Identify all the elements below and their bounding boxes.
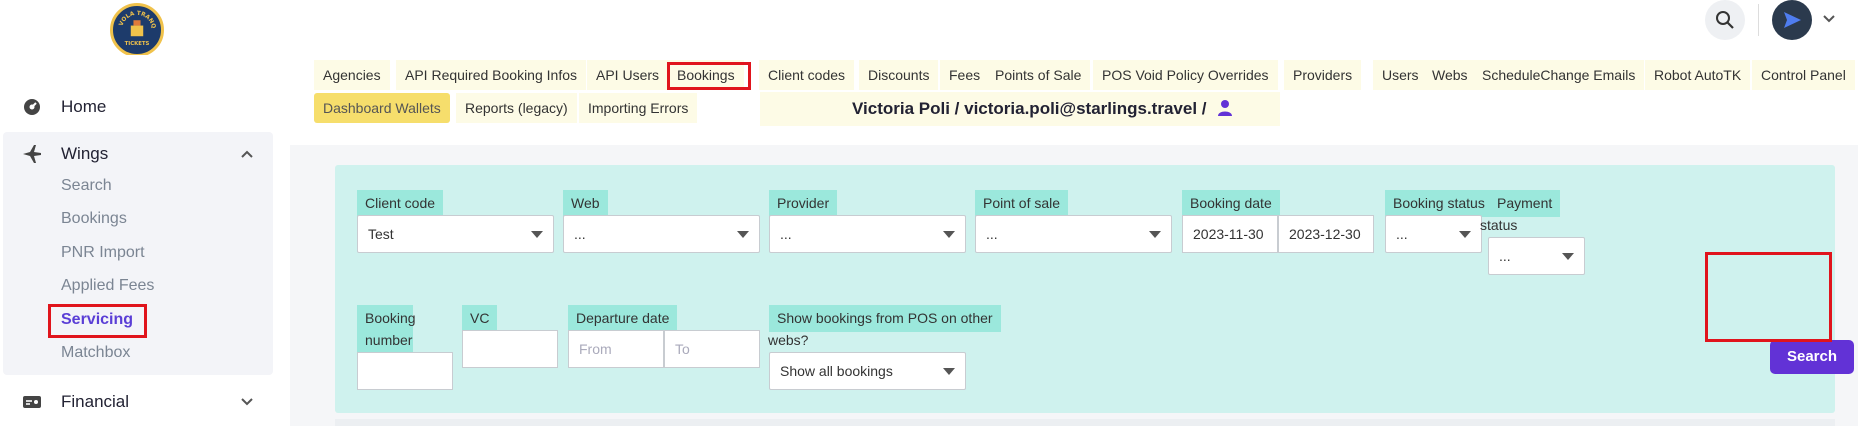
tab-robot-autotk[interactable]: Robot AutoTK <box>1645 60 1751 90</box>
main-content: Agencies API Required Booking Infos API … <box>290 55 1858 426</box>
search-icon <box>1716 11 1734 29</box>
topbar: VOLA TRANQUI TICKETS <box>0 0 1858 57</box>
airplane-icon <box>23 145 41 163</box>
current-user-info: Victoria Poli / victoria.poli@starlings.… <box>760 92 1280 126</box>
caret-down-icon <box>737 231 749 238</box>
sidebar-subitem-search[interactable]: Search <box>61 177 112 195</box>
highlight-box-search <box>1705 252 1832 342</box>
pos-other-webs-select[interactable]: Show all bookings <box>769 352 966 390</box>
sidebar-item-label: Home <box>61 97 107 116</box>
sidebar-item-home[interactable]: Home <box>0 82 290 132</box>
payment-status-select[interactable]: ... <box>1488 237 1585 275</box>
tab-importing-errors[interactable]: Importing Errors <box>579 93 698 123</box>
user-icon[interactable] <box>1217 99 1233 116</box>
client-code-value: Test <box>368 226 394 242</box>
sidebar-item-financial[interactable]: Financial <box>0 377 290 426</box>
tab-points-of-sale[interactable]: Points of Sale <box>986 60 1091 90</box>
booking-date-to-input[interactable]: 2023-12-30 <box>1278 215 1374 253</box>
tab-dashboard-wallets[interactable]: Dashboard Wallets <box>314 93 450 123</box>
booking-filter-panel: Client code Test Web ... Provider ... Po… <box>335 165 1854 413</box>
booking-date-label: Booking date <box>1182 190 1280 217</box>
sidebar-item-wings[interactable]: Wings <box>0 129 290 179</box>
booking-status-label: Booking status <box>1385 190 1493 217</box>
client-code-label: Client code <box>357 190 444 217</box>
tab-client-codes[interactable]: Client codes <box>759 60 855 90</box>
tab-control-panel[interactable]: Control Panel <box>1752 60 1855 90</box>
pos-other-webs-value: Show all bookings <box>780 363 893 379</box>
current-user-text: Victoria Poli / victoria.poli@starlings.… <box>852 99 1207 118</box>
chevron-down-icon[interactable] <box>240 395 254 409</box>
paper-plane-icon <box>1784 12 1801 28</box>
admin-tabbar: Agencies API Required Booking Infos API … <box>290 55 1858 145</box>
booking-number-input[interactable] <box>357 352 453 390</box>
chevron-up-icon[interactable] <box>240 147 254 161</box>
sidebar-item-label: Wings <box>61 144 109 163</box>
sidebar-subitem-bookings[interactable]: Bookings <box>61 210 127 228</box>
booking-date-from-input[interactable]: 2023-11-30 <box>1182 215 1278 253</box>
page: VOLA TRANQUI TICKETS <box>0 0 1858 426</box>
tab-providers[interactable]: Providers <box>1284 60 1362 90</box>
point-of-sale-value: ... <box>986 226 998 242</box>
web-label: Web <box>563 190 608 217</box>
sidebar-subitem-pnr-import[interactable]: PNR Import <box>61 244 145 262</box>
sidebar: Home Wings Search Bookings PNR Import Ap… <box>0 55 290 426</box>
tab-fees[interactable]: Fees <box>940 60 990 90</box>
point-of-sale-select[interactable]: ... <box>975 215 1172 253</box>
web-select[interactable]: ... <box>563 215 760 253</box>
booking-status-select[interactable]: ... <box>1385 215 1482 253</box>
chevron-down-icon[interactable] <box>1822 12 1836 26</box>
departure-date-to-input[interactable]: To <box>664 330 760 368</box>
vc-input[interactable] <box>462 330 558 368</box>
payment-status-label-line2: status <box>1480 217 1518 233</box>
client-code-select[interactable]: Test <box>357 215 554 253</box>
sidebar-subitem-applied-fees[interactable]: Applied Fees <box>61 277 154 295</box>
departure-date-label: Departure date <box>568 305 678 332</box>
tab-api-required-booking-infos[interactable]: API Required Booking Infos <box>396 60 586 90</box>
booking-number-label-line2: number <box>357 327 413 354</box>
highlight-box-bookings-tab <box>667 62 751 90</box>
vc-label: VC <box>462 305 498 332</box>
tab-users[interactable]: Users <box>1373 60 1428 90</box>
tab-schedulechange-emails[interactable]: ScheduleChange Emails <box>1473 60 1645 90</box>
caret-down-icon <box>1149 231 1161 238</box>
global-search-button[interactable] <box>1705 0 1745 40</box>
tab-api-users[interactable]: API Users <box>587 60 669 90</box>
user-avatar[interactable] <box>1772 0 1812 40</box>
caret-down-icon <box>1459 231 1471 238</box>
dashboard-icon <box>24 99 40 115</box>
search-button[interactable]: Search <box>1770 340 1854 374</box>
svg-text:TICKETS: TICKETS <box>125 41 150 47</box>
sidebar-item-label: Financial <box>61 392 130 411</box>
departure-date-from-input[interactable]: From <box>568 330 664 368</box>
caret-down-icon <box>1562 253 1574 260</box>
web-value: ... <box>574 226 586 242</box>
provider-value: ... <box>780 226 792 242</box>
provider-select[interactable]: ... <box>769 215 966 253</box>
tab-pos-void-policy-overrides[interactable]: POS Void Policy Overrides <box>1093 60 1278 90</box>
highlight-box-servicing <box>48 304 147 338</box>
caret-down-icon <box>943 231 955 238</box>
pos-other-webs-label-line2: webs? <box>768 332 809 348</box>
app-logo[interactable]: VOLA TRANQUI TICKETS <box>110 2 164 57</box>
results-area-edge <box>335 419 1835 426</box>
caret-down-icon <box>943 368 955 375</box>
tab-discounts[interactable]: Discounts <box>859 60 939 90</box>
tab-webs[interactable]: Webs <box>1423 60 1477 90</box>
provider-label: Provider <box>769 190 838 217</box>
point-of-sale-label: Point of sale <box>975 190 1069 217</box>
sidebar-subitem-matchbox[interactable]: Matchbox <box>61 344 130 362</box>
topbar-divider <box>1758 4 1759 36</box>
money-icon <box>23 396 41 408</box>
tab-agencies[interactable]: Agencies <box>314 60 390 90</box>
tab-reports-legacy[interactable]: Reports (legacy) <box>456 93 577 123</box>
booking-status-value: ... <box>1396 226 1408 242</box>
payment-status-value: ... <box>1499 248 1511 264</box>
caret-down-icon <box>531 231 543 238</box>
